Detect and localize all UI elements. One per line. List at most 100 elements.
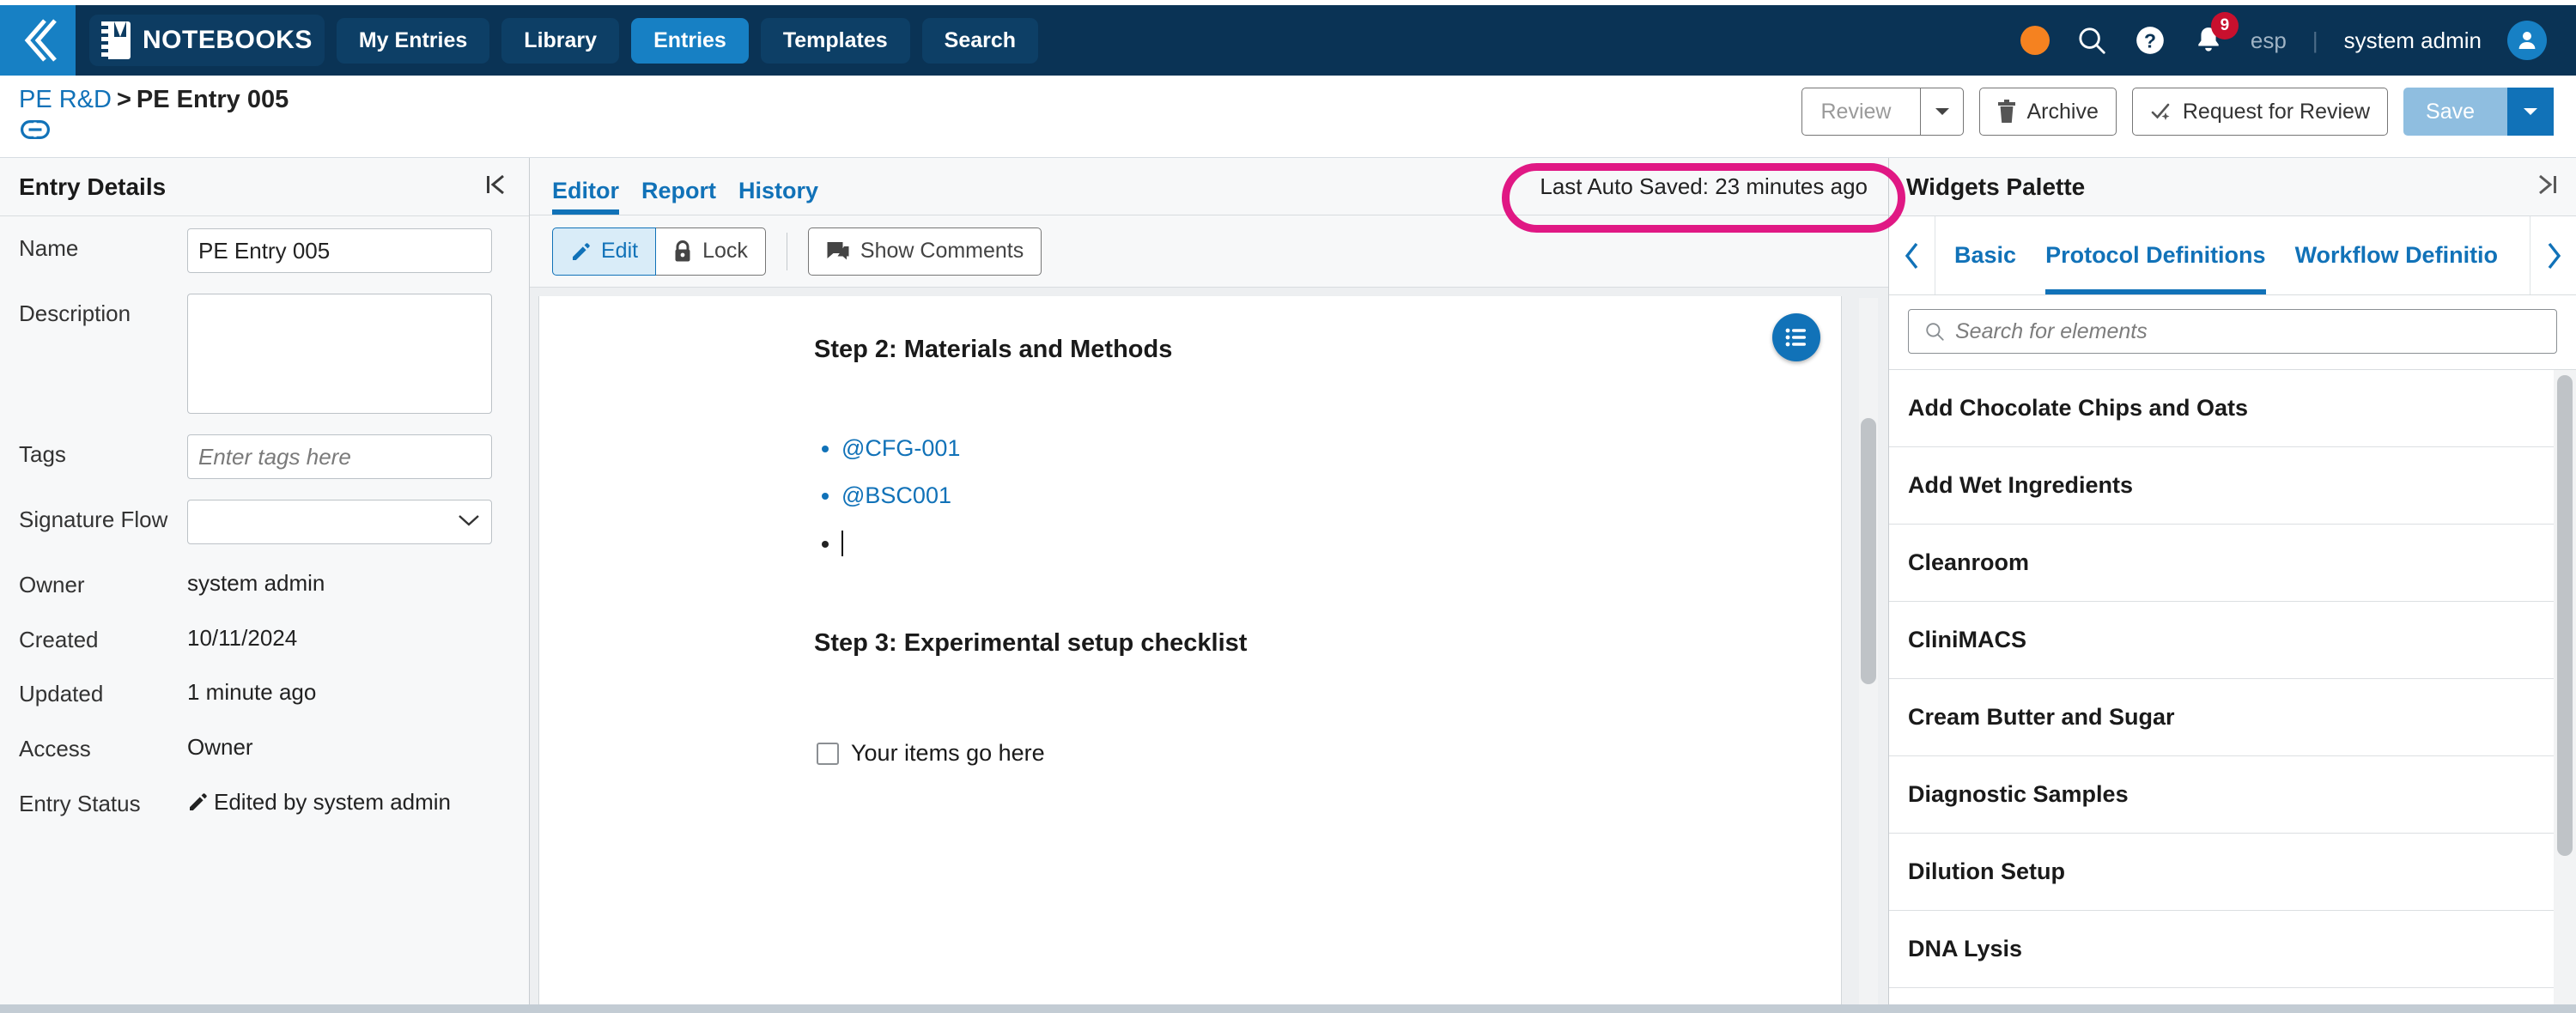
field-updated: Updated 1 minute ago xyxy=(0,674,529,708)
show-comments-button[interactable]: Show Comments xyxy=(807,227,1042,276)
widgets-palette-header: Widgets Palette xyxy=(1889,158,2576,216)
tags-input[interactable] xyxy=(187,434,492,479)
list-item[interactable]: Add Chocolate Chips and Oats xyxy=(1889,370,2554,447)
collapse-right-icon xyxy=(2539,174,2556,195)
magic-wand-icon xyxy=(2151,103,2170,120)
help-button[interactable]: ? xyxy=(2134,24,2166,57)
link-icon xyxy=(21,120,50,139)
list-item[interactable]: Dilution Setup xyxy=(1889,834,2554,911)
edit-button[interactable]: Edit xyxy=(552,227,657,276)
document-checklist-item: Your items go here xyxy=(817,740,1841,767)
checklist-checkbox[interactable] xyxy=(817,742,839,765)
field-entry-status-label: Entry Status xyxy=(19,790,141,816)
widgets-palette-panel: Widgets Palette Basic Protocol Definitio… xyxy=(1889,158,2576,1013)
show-comments-label: Show Comments xyxy=(860,239,1024,263)
field-created-label: Created xyxy=(19,626,99,652)
collapse-sidebar-button[interactable] xyxy=(484,172,510,202)
list-item-label: @BSC001 xyxy=(841,482,951,509)
list-item[interactable]: Diagnostic Samples xyxy=(1889,756,2554,834)
nav-tab-search[interactable]: Search xyxy=(921,17,1039,64)
nav-tab-library[interactable]: Library xyxy=(501,17,620,64)
breadcrumb-root-link[interactable]: PE R&D xyxy=(19,86,112,113)
collapse-left-icon xyxy=(487,174,504,195)
nav-tab-entries[interactable]: Entries xyxy=(631,17,749,64)
widgets-scrollbar[interactable] xyxy=(2554,370,2576,1013)
list-item[interactable]: Cream Butter and Sugar xyxy=(1889,679,2554,756)
breadcrumb-separator: > xyxy=(116,86,131,113)
archive-button[interactable]: Archive xyxy=(1979,88,2117,136)
widgets-tab-workflow-definitions[interactable]: Workflow Definitio xyxy=(2295,216,2499,294)
breadcrumb-bar: PE R&D > PE Entry 005 Review Archive Req… xyxy=(0,76,2576,158)
comment-icon xyxy=(827,241,849,259)
double-chevron-left-icon xyxy=(24,19,57,62)
pencil-icon xyxy=(573,242,590,260)
notifications-button[interactable]: 9 xyxy=(2192,12,2239,57)
field-signature-flow: Signature Flow xyxy=(0,500,529,544)
brand-logo[interactable]: NOTEBOOKS xyxy=(89,15,325,66)
widgets-tabs-prev-button[interactable] xyxy=(1889,216,1935,294)
edit-lock-group: Edit Lock xyxy=(552,227,766,276)
editor-scrollbar-thumb[interactable] xyxy=(1861,418,1876,684)
owner-value: system admin xyxy=(187,570,325,596)
document-body[interactable]: Step 2: Materials and Methods @CFG-001 @… xyxy=(538,296,1842,1013)
field-tags-label: Tags xyxy=(19,441,66,467)
widgets-scrollbar-thumb[interactable] xyxy=(2557,375,2573,856)
field-name: Name xyxy=(0,228,529,273)
main-panels: Entry Details Name Description Tags xyxy=(0,158,2576,1013)
created-value: 10/11/2024 xyxy=(187,624,298,651)
request-for-review-button[interactable]: Request for Review xyxy=(2131,88,2389,136)
updated-value: 1 minute ago xyxy=(187,679,317,706)
tab-editor[interactable]: Editor xyxy=(552,178,619,215)
collapse-widgets-button[interactable] xyxy=(2533,172,2559,202)
panel-title: Entry Details xyxy=(19,173,167,200)
lock-label: Lock xyxy=(702,239,748,263)
signature-flow-select[interactable] xyxy=(187,500,492,544)
breadcrumb-current: PE Entry 005 xyxy=(136,86,289,113)
orange-status-dot[interactable] xyxy=(2020,26,2050,55)
widgets-tabs-next-button[interactable] xyxy=(2530,216,2576,294)
widgets-tab-basic[interactable]: Basic xyxy=(1954,216,2016,294)
editor-scrollbar[interactable] xyxy=(1859,298,1878,1010)
list-item[interactable]: DNA Lysis xyxy=(1889,911,2554,988)
tab-report[interactable]: Report xyxy=(641,178,716,215)
widgets-tab-protocol-definitions[interactable]: Protocol Definitions xyxy=(2045,216,2266,294)
trash-icon xyxy=(1998,100,2016,123)
search-button[interactable] xyxy=(2075,24,2108,57)
list-item[interactable]: Add Wet Ingredients xyxy=(1889,447,2554,525)
language-indicator[interactable]: esp xyxy=(2251,27,2287,54)
top-navigation-bar: NOTEBOOKS My Entries Library Entries Tem… xyxy=(0,5,2576,76)
back-button[interactable] xyxy=(0,5,76,76)
save-dropdown-toggle[interactable] xyxy=(2507,88,2554,136)
list-item[interactable]: @CFG-001 xyxy=(841,434,1841,462)
nav-tab-my-entries[interactable]: My Entries xyxy=(336,17,490,64)
field-owner: Owner system admin xyxy=(0,565,529,599)
document-outline-button[interactable] xyxy=(1772,313,1820,361)
review-button[interactable]: Review xyxy=(1801,88,1965,136)
panel-title: Widgets Palette xyxy=(1906,173,2086,200)
list-item-label: @CFG-001 xyxy=(841,435,961,461)
name-input[interactable] xyxy=(187,228,492,273)
brand-name: NOTEBOOKS xyxy=(143,26,313,54)
list-item[interactable]: @BSC001 xyxy=(841,482,1841,509)
widgets-tab-list: Basic Protocol Definitions Workflow Defi… xyxy=(1935,216,2530,294)
nav-tab-templates[interactable]: Templates xyxy=(760,17,910,64)
save-button[interactable]: Save xyxy=(2403,88,2554,136)
list-item[interactable]: Cleanroom xyxy=(1889,525,2554,602)
description-textarea[interactable] xyxy=(187,294,492,414)
copy-link-button[interactable] xyxy=(21,120,50,143)
widgets-search-input[interactable] xyxy=(1908,309,2557,354)
field-description-label: Description xyxy=(19,300,131,326)
list-item[interactable]: CliniMACS xyxy=(1889,602,2554,679)
tab-history[interactable]: History xyxy=(738,178,818,215)
review-dropdown-toggle[interactable] xyxy=(1920,88,1963,135)
widgets-item-list: Add Chocolate Chips and Oats Add Wet Ing… xyxy=(1889,369,2576,1013)
lock-button[interactable]: Lock xyxy=(656,227,766,276)
list-item[interactable] xyxy=(841,530,1841,557)
field-description: Description xyxy=(0,294,529,414)
field-name-label: Name xyxy=(19,235,79,261)
entry-status-value-wrapper: Edited by system admin xyxy=(187,784,451,816)
chevron-right-icon xyxy=(2548,242,2561,269)
field-updated-label: Updated xyxy=(19,681,104,707)
username-label: system admin xyxy=(2343,27,2482,53)
user-avatar[interactable] xyxy=(2507,21,2547,60)
